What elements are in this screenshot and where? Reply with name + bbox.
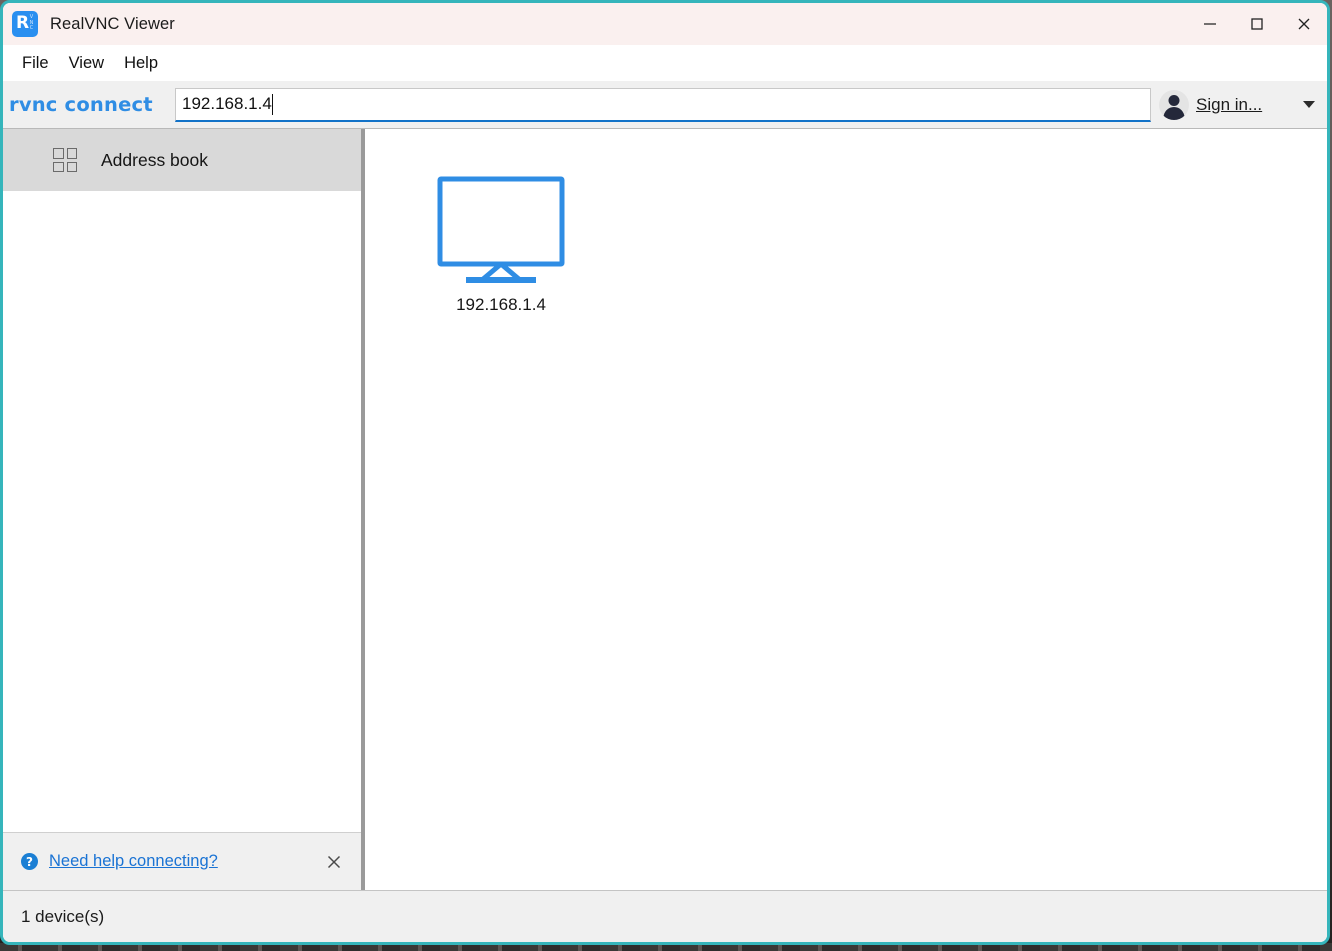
minimize-button[interactable] xyxy=(1186,3,1233,45)
chevron-down-icon[interactable] xyxy=(1303,101,1315,108)
grid-icon xyxy=(53,148,77,172)
title-bar: R VNC RealVNC Viewer xyxy=(3,3,1327,45)
sign-in-button[interactable]: Sign in... xyxy=(1159,89,1327,120)
question-mark-icon: ? xyxy=(21,853,38,870)
window-controls xyxy=(1186,3,1327,45)
realvnc-viewer-window: R VNC RealVNC Viewer File View Help rvnc… xyxy=(0,0,1330,945)
need-help-connecting-link[interactable]: Need help connecting? xyxy=(49,852,218,871)
toolbar: RVNC CONNECT Sign in... xyxy=(3,81,1327,129)
device-grid: 192.168.1.4 xyxy=(365,129,1327,323)
menu-item-view[interactable]: View xyxy=(59,50,114,77)
vnc-server-address-input[interactable] xyxy=(175,87,1151,122)
monitor-icon xyxy=(437,176,565,283)
sidebar-item-label: Address book xyxy=(101,149,209,170)
rvnc-connect-logo: RVNC CONNECT xyxy=(9,93,153,116)
sidebar-item-address-book[interactable]: Address book xyxy=(3,129,361,191)
device-panel: 192.168.1.4 xyxy=(365,129,1327,890)
realvnc-logo-vnc-text: VNC xyxy=(29,14,34,31)
maximize-button[interactable] xyxy=(1233,3,1280,45)
device-tile[interactable]: 192.168.1.4 xyxy=(429,167,573,323)
menu-item-help[interactable]: Help xyxy=(114,50,168,77)
status-bar: 1 device(s) xyxy=(3,890,1327,942)
close-button[interactable] xyxy=(1280,3,1327,45)
sidebar-list: Address book xyxy=(3,129,361,832)
avatar-icon xyxy=(1159,89,1189,120)
maximize-icon xyxy=(1250,18,1263,30)
sidebar: Address book ? Need help connecting? xyxy=(3,129,365,890)
realvnc-logo-icon: R VNC xyxy=(12,11,38,37)
device-count-status: 1 device(s) xyxy=(21,906,105,926)
content-area: Address book ? Need help connecting? 192… xyxy=(3,129,1327,890)
close-icon xyxy=(327,855,341,868)
minimize-icon xyxy=(1203,23,1216,25)
help-banner: ? Need help connecting? xyxy=(3,832,361,890)
window-title: RealVNC Viewer xyxy=(50,14,175,33)
sign-in-label: Sign in... xyxy=(1196,94,1263,114)
close-icon xyxy=(1298,18,1309,30)
device-label: 192.168.1.4 xyxy=(456,295,546,314)
help-banner-close-button[interactable] xyxy=(321,849,347,875)
address-bar-wrapper xyxy=(175,87,1151,122)
menu-bar: File View Help xyxy=(3,45,1327,81)
menu-item-file[interactable]: File xyxy=(12,50,59,77)
